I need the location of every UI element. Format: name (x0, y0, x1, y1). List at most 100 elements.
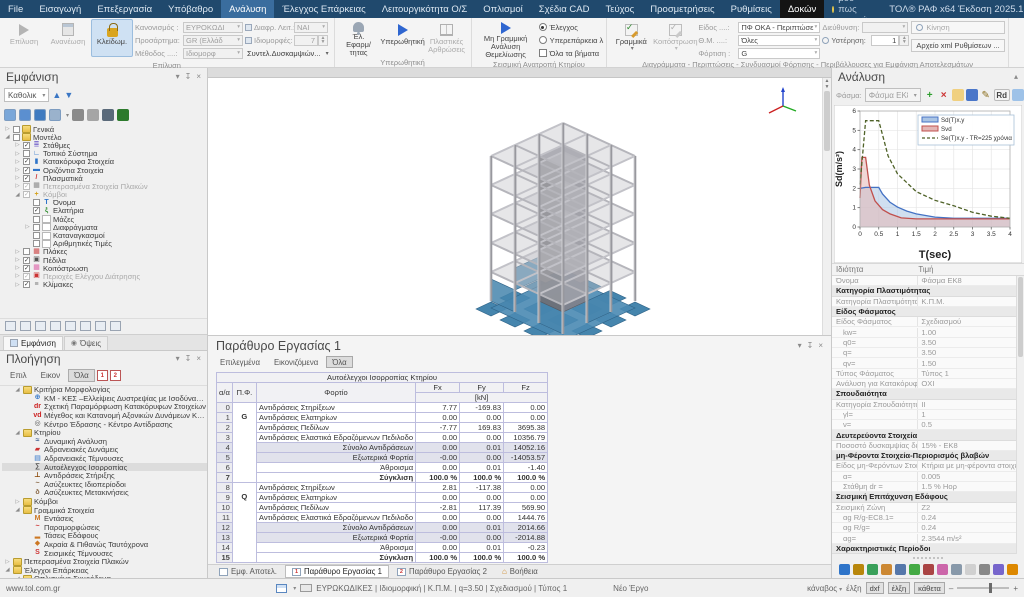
property-row[interactable]: ν=0.5 (832, 420, 1024, 430)
table-view-icon[interactable] (276, 584, 287, 593)
property-row[interactable]: αg R/g=0.24 (832, 523, 1024, 533)
property-row[interactable]: Κατηγορία ΠλαστιμότηταςΚ.Π.Μ. (832, 297, 1024, 307)
properties-scrollbar[interactable] (1016, 276, 1024, 554)
menu-tab-11[interactable]: Ρυθμίσεις (723, 0, 780, 18)
display-tree-item[interactable]: ▷✓▣Περιοχές Ελέγχου Διάτρησης (2, 272, 207, 280)
window-icon[interactable] (979, 564, 990, 575)
panel-menu-icon[interactable]: ▾ (798, 341, 802, 350)
grid-toggle[interactable]: κάναβος▾ (807, 584, 842, 593)
database-icon[interactable] (853, 564, 864, 575)
property-section[interactable]: Είδος Φάσματος (832, 307, 1024, 317)
table-row[interactable]: 8QΑντιδράσεις Στηρίξεων2.81-117.380.00 (217, 483, 548, 493)
checkbox-icon[interactable]: ✓ (23, 191, 30, 198)
table-row[interactable]: 4Σύνολο Αντιδράσεων0.000.0114052.16 (217, 443, 548, 453)
menu-tab-1[interactable]: Εισαγωγή (31, 0, 89, 18)
pin-icon[interactable]: ↧ (807, 341, 814, 350)
nav-tree-item[interactable]: ≈Δυναμική Ανάλυση (2, 437, 207, 446)
close-icon[interactable]: × (196, 72, 201, 81)
expander-icon[interactable]: ▷ (14, 167, 21, 173)
property-row[interactable]: Κατηγορία ΣπουδαιότηταςII (832, 400, 1024, 410)
results-window-2-icon[interactable]: 2 (110, 370, 121, 381)
menu-tab-0[interactable]: File (0, 0, 31, 18)
panel-menu-icon[interactable]: ▾ (176, 354, 180, 363)
property-row[interactable]: q0=3.50 (832, 338, 1024, 348)
expander-icon[interactable]: ◢ (14, 192, 21, 198)
zoom-in-button[interactable]: + (1013, 584, 1018, 593)
tab-display[interactable]: Εμφάνιση (3, 336, 63, 350)
display-tree-item[interactable]: ◢✓+Κόμβοι (2, 191, 207, 199)
level-down-icon[interactable]: ▼ (64, 91, 73, 100)
expander-icon[interactable]: ▷ (14, 159, 21, 165)
table-row[interactable]: 2Αντιδράσεις Πεδίλων-7.77169.833695.38 (217, 423, 548, 433)
checkbox-icon[interactable]: ✓ (23, 183, 30, 190)
display-tree-item[interactable]: ▷Γενικά (2, 125, 207, 133)
tell-me-search[interactable]: Πείτε μου πως μπορώ να β... (824, 0, 881, 18)
checkbox-icon[interactable]: ✓ (23, 167, 30, 174)
motion-button[interactable]: Κίνηση (911, 21, 1004, 34)
filter-icon[interactable] (80, 321, 91, 331)
render-hidden-icon[interactable] (87, 109, 99, 121)
annex-select[interactable]: GR (Ελλάδ▾ (183, 35, 243, 46)
table-row[interactable]: 10Αντιδράσεις Πεδίλων-2.81117.39569.90 (217, 503, 548, 513)
all-steps-checkbox[interactable]: Όλα τα βήματα (539, 47, 604, 59)
property-row[interactable]: αg R/g-EC8.1=0.24 (832, 513, 1024, 523)
paint-icon[interactable] (923, 564, 934, 575)
nav-tree-item[interactable]: ~Ασύζευκτες Ιδιοπερίοδοι (2, 480, 207, 489)
raft-diagrams-button[interactable]: Κοιτόστρωση▾ (654, 19, 696, 57)
measure-icon[interactable] (95, 321, 106, 331)
overstrength-radio[interactable]: Υπερεπάρκεια λ (539, 34, 604, 46)
checkbox-icon[interactable]: ✓ (23, 175, 30, 182)
render-shaded-icon[interactable] (102, 109, 114, 121)
table-row[interactable]: 1Αντιδράσεις Ελατηρίων0.000.000.00 (217, 413, 548, 423)
cube-edit-icon[interactable] (19, 109, 31, 121)
settings-icon[interactable] (110, 321, 121, 331)
display-tree-item[interactable]: ▷∟Τοπικό Σύστημα (2, 150, 207, 158)
display-tree-item[interactable]: ◢Μοντέλο (2, 133, 207, 141)
zoom-slider-knob[interactable] (989, 583, 992, 593)
checkbox-icon[interactable]: ✓ (23, 257, 30, 264)
nav-tree-item[interactable]: ▷Πεπερασμένα Στοιχεία Πλακών (2, 557, 207, 566)
display-tree-item[interactable]: ▷Διαφράγματα (2, 223, 207, 231)
display-tree-item[interactable]: ▷✓≣Στάθμες (2, 141, 207, 149)
property-row[interactable]: γl=1 (832, 410, 1024, 420)
doc-tab-help[interactable]: ⌂Βοήθεια (495, 565, 545, 578)
checkbox-icon[interactable] (23, 150, 30, 157)
code-select[interactable]: ΕΥΡΟΚΩΔΙ▾ (183, 22, 243, 33)
linear-diagrams-button[interactable]: Γραμμικά▾ (610, 19, 652, 57)
property-row[interactable]: Σεισμική ΖώνηΖ2 (832, 503, 1024, 513)
display-tree-item[interactable]: ▷✓/Πλασματικά (2, 174, 207, 182)
table-row[interactable]: 15Σύγκλιση100.0 %100.0 %100.0 % (217, 553, 548, 563)
clear-icon[interactable] (965, 564, 976, 575)
ortho-toggle[interactable]: κάθετα (914, 582, 945, 594)
xml-settings-button[interactable]: Αρχείο xml Ρυθμίσεων ... (911, 39, 1004, 52)
copy-icon[interactable] (1012, 89, 1024, 101)
property-row[interactable]: Ανάλυση για Κατακόρυφη ...ΟΧΙ (832, 379, 1024, 389)
menu-tab-9[interactable]: Τεύχος (597, 0, 642, 18)
property-row[interactable]: Τύπος ΦάσματοςΤύπος 1 (832, 369, 1024, 379)
menu-tab-7[interactable]: Οπλισμοί (475, 0, 531, 18)
nav-tree-item[interactable]: ◢Κριτήρια Μορφολογίας (2, 386, 207, 395)
doc-tab-work1[interactable]: 1Παράθυρο Εργασίας 1 (285, 565, 389, 578)
checkbox-icon[interactable] (23, 248, 30, 255)
nav-tree-item[interactable]: ▂Τάσεις Εδάφους (2, 532, 207, 541)
palette-icon[interactable] (937, 564, 948, 575)
property-row[interactable]: Ποσοστό δυσκαμψίας δευ...15% - ΕΚ8 (832, 441, 1024, 451)
table-row[interactable]: 12Σύνολο Αντιδράσεων0.000.012014.66 (217, 523, 548, 533)
display-tree-item[interactable]: ▷✓▦Κοιτόστρωση (2, 264, 207, 272)
expander-icon[interactable]: ◢ (14, 387, 21, 393)
table-row[interactable]: 0GΑντιδράσεις Στηρίξεων7.77-169.830.00 (217, 403, 548, 413)
lag-input[interactable]: 1 (871, 35, 899, 46)
property-row[interactable]: qv=1.50 (832, 358, 1024, 368)
load-select[interactable]: G▾ (738, 48, 820, 59)
checkbox-icon[interactable] (33, 240, 40, 247)
table-row[interactable]: 14Άθροισμα0.000.01-0.23 (217, 543, 548, 553)
nav-tree-item[interactable]: ⊕ΚΜ - ΚΕΣ –Ελλείψεις Δυστρεψίας με Ισοδύ… (2, 394, 207, 403)
display-tree-item[interactable]: Αριθμητικές Τιμές (2, 240, 207, 248)
property-row[interactable]: Είδος ΦάσματοςΣχεδιασμού (832, 317, 1024, 327)
table-row[interactable]: 5Εξωτερικά Φορτία-0.000.00-14053.57 (217, 453, 548, 463)
property-section[interactable]: Δευτερεύοντα Στοιχεία (832, 430, 1024, 440)
snap-label[interactable]: έλξη (846, 584, 861, 593)
find-icon[interactable] (50, 321, 61, 331)
more-icon[interactable] (1007, 564, 1018, 575)
expander-icon[interactable]: ▷ (14, 499, 21, 505)
